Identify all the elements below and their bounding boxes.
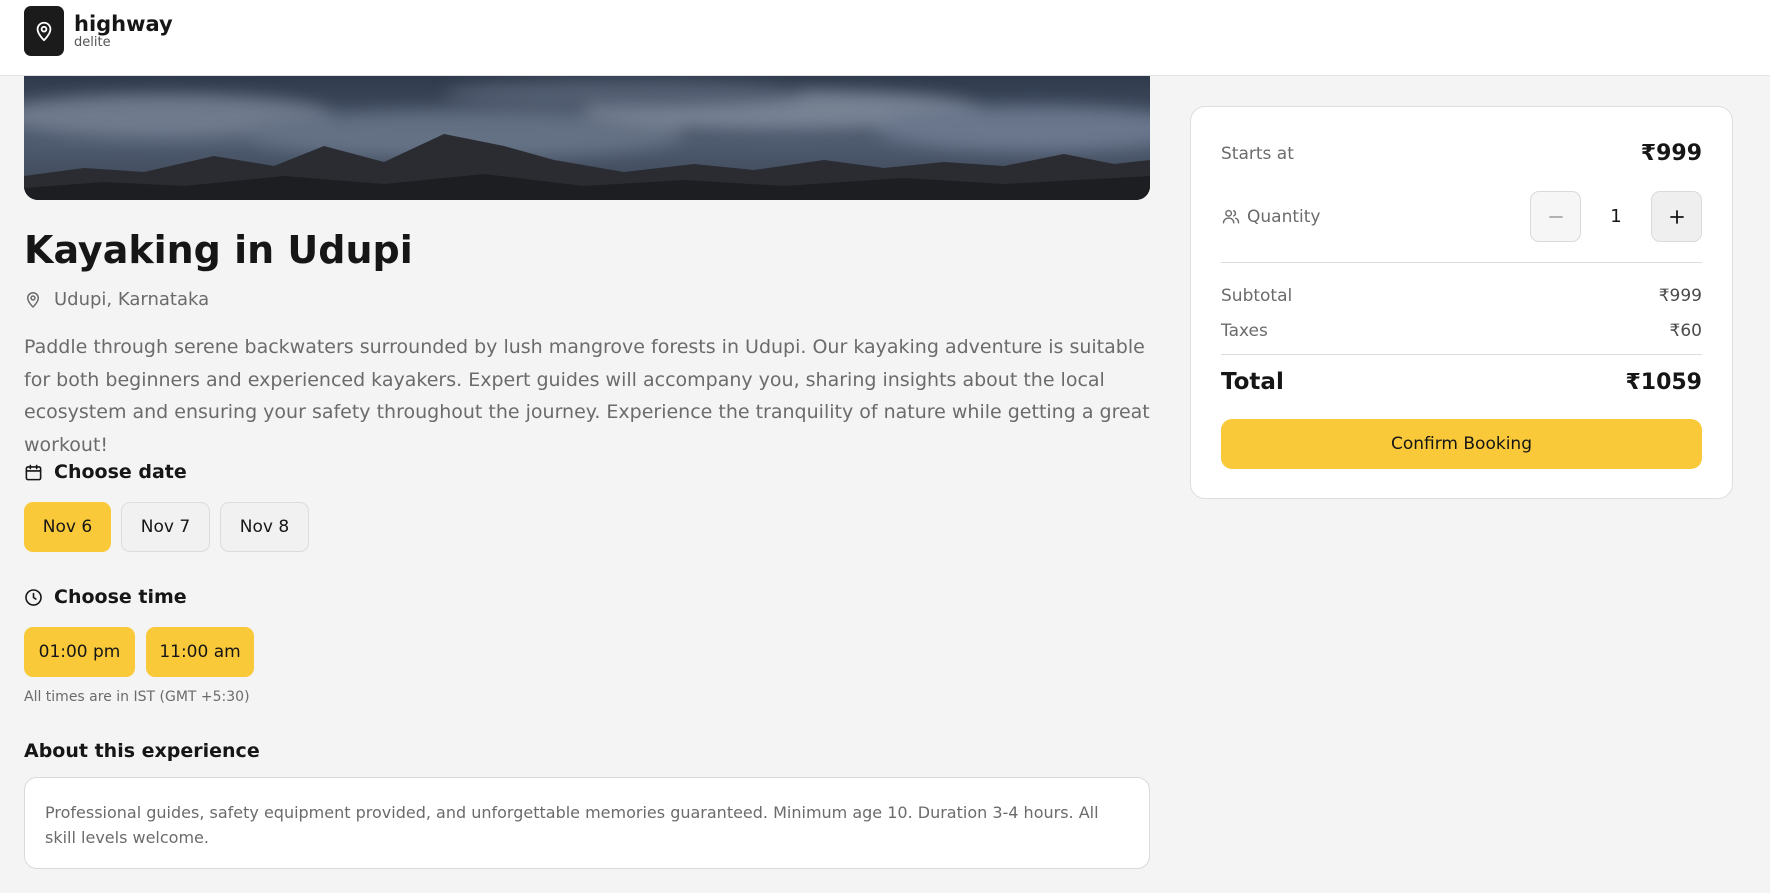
taxes-label: Taxes <box>1221 321 1268 341</box>
calendar-icon <box>25 464 42 480</box>
total-value: ₹1059 <box>1625 369 1702 395</box>
quantity-stepper: 1 <box>1530 191 1702 242</box>
choose-date-label: Choose date <box>54 461 187 483</box>
date-chip-nov6[interactable]: Nov 6 <box>24 502 111 552</box>
timezone-note: All times are in IST (GMT +5:30) <box>24 689 250 705</box>
choose-time-label: Choose time <box>54 586 187 608</box>
divider <box>1221 262 1702 263</box>
divider <box>1221 354 1702 355</box>
about-heading: About this experience <box>24 740 260 762</box>
date-chip-nov7[interactable]: Nov 7 <box>121 502 210 552</box>
plus-icon <box>1669 209 1684 224</box>
experience-location: Udupi, Karnataka <box>24 289 209 310</box>
starts-at-price: ₹999 <box>1640 141 1702 166</box>
top-header: highway delite <box>0 0 1770 76</box>
date-chip-nov8[interactable]: Nov 8 <box>220 502 309 552</box>
starts-at-row: Starts at ₹999 <box>1221 141 1702 166</box>
taxes-value: ₹60 <box>1669 321 1702 341</box>
quantity-increase-button[interactable] <box>1651 191 1702 242</box>
minus-icon <box>1548 215 1563 218</box>
experience-title: Kayaking in Udupi <box>24 228 413 272</box>
quantity-label: Quantity <box>1247 206 1321 227</box>
starts-at-label: Starts at <box>1221 143 1294 164</box>
brand-name: highway <box>74 11 173 36</box>
map-pin-icon <box>27 292 39 308</box>
logo-pin-icon <box>24 6 64 56</box>
choose-time-heading: Choose time <box>24 586 187 608</box>
hero-image <box>24 76 1150 200</box>
users-icon <box>1222 209 1240 224</box>
time-chip-1100am[interactable]: 11:00 am <box>146 627 254 677</box>
quantity-row: Quantity 1 <box>1221 191 1702 242</box>
subtotal-value: ₹999 <box>1658 286 1702 306</box>
brand-logo[interactable]: highway delite <box>24 6 173 56</box>
taxes-row: Taxes ₹60 <box>1221 321 1702 341</box>
quantity-value: 1 <box>1610 206 1622 227</box>
quantity-decrease-button[interactable] <box>1530 191 1581 242</box>
subtotal-row: Subtotal ₹999 <box>1221 286 1702 306</box>
about-text: Professional guides, safety equipment pr… <box>24 777 1150 869</box>
location-text: Udupi, Karnataka <box>54 289 210 310</box>
subtotal-label: Subtotal <box>1221 286 1293 306</box>
confirm-booking-button[interactable]: Confirm Booking <box>1221 419 1702 469</box>
choose-date-heading: Choose date <box>24 461 187 483</box>
total-label: Total <box>1221 369 1284 395</box>
brand-subtitle: delite <box>74 34 111 50</box>
booking-card: Starts at ₹999 Quantity 1 Subtotal ₹999 <box>1190 106 1733 499</box>
experience-description: Paddle through serene backwaters surroun… <box>24 336 1150 456</box>
time-chip-0100pm[interactable]: 01:00 pm <box>24 627 135 677</box>
clock-icon <box>25 588 42 606</box>
quantity-label-group: Quantity <box>1221 207 1320 227</box>
total-row: Total ₹1059 <box>1221 369 1702 395</box>
